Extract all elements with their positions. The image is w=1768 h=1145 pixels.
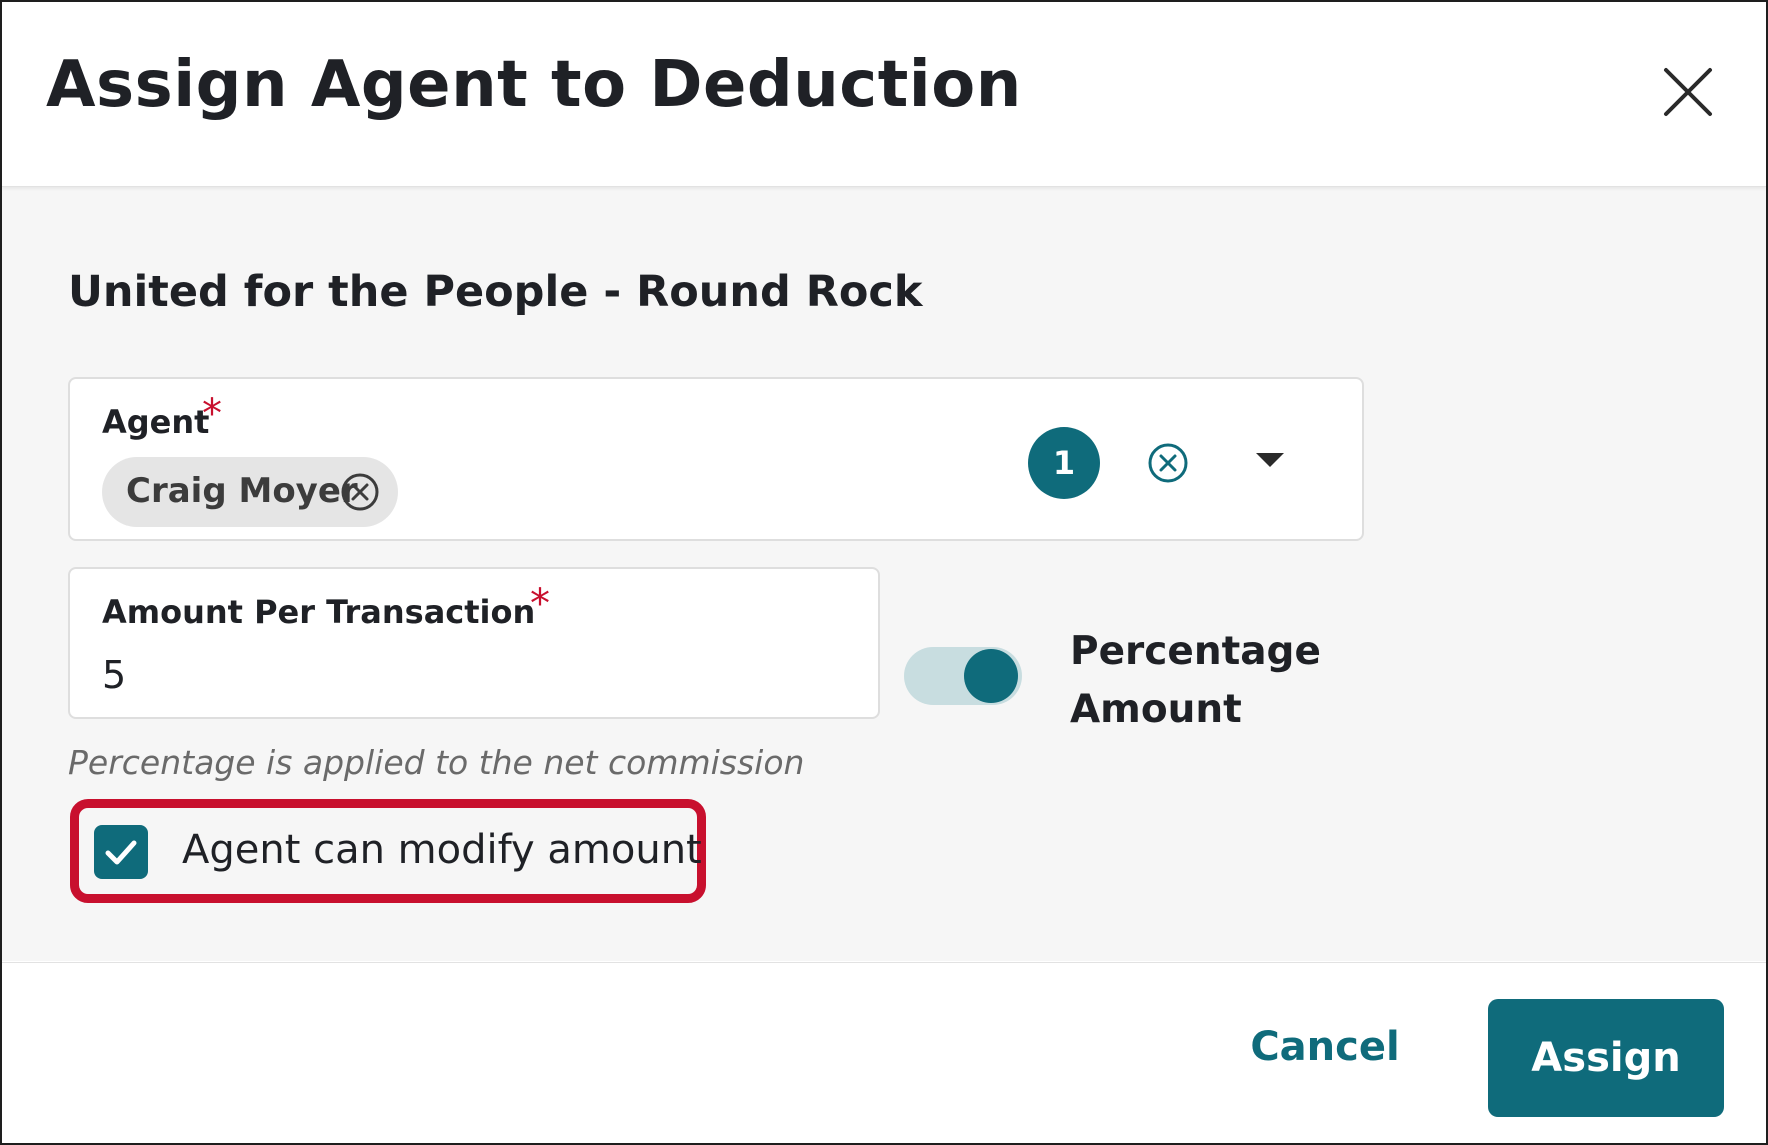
caret-down-icon [1256, 453, 1284, 467]
dialog-header: Assign Agent to Deduction [2, 2, 1766, 187]
dialog-title: Assign Agent to Deduction [46, 48, 1022, 122]
agent-label: Agent [102, 403, 210, 441]
assign-button[interactable]: Assign [1488, 999, 1724, 1117]
deduction-name: United for the People - Round Rock [68, 267, 923, 317]
selected-count-badge: 1 [1028, 427, 1100, 499]
circle-x-icon [341, 473, 379, 511]
helper-text: Percentage is applied to the net commiss… [68, 743, 805, 782]
amount-label: Amount Per Transaction [102, 593, 536, 631]
toggle-thumb [964, 649, 1018, 703]
close-icon [1664, 68, 1712, 116]
required-asterisk: * [202, 391, 222, 437]
chip-label: Craig Moyer [126, 471, 358, 511]
selected-agent-chip: Craig Moyer [102, 457, 398, 527]
required-asterisk: * [530, 581, 550, 627]
close-button[interactable] [1660, 64, 1716, 120]
agent-select[interactable]: Agent * Craig Moyer 1 [68, 377, 1364, 541]
amount-per-transaction-field: Amount Per Transaction * [68, 567, 880, 719]
agent-can-modify-checkbox[interactable] [94, 825, 148, 879]
checkmark-icon [105, 840, 137, 865]
percentage-amount-toggle[interactable] [904, 643, 1022, 709]
chip-remove-button[interactable] [340, 472, 380, 512]
dropdown-toggle[interactable] [1254, 449, 1286, 473]
amount-input[interactable] [102, 649, 842, 701]
assign-agent-dialog: Assign Agent to Deduction United for the… [0, 0, 1768, 1145]
dialog-body: United for the People - Round Rock Agent… [2, 187, 1766, 961]
cancel-button[interactable]: Cancel [1220, 1007, 1430, 1087]
toggle-label: Percentage Amount [1070, 629, 1321, 732]
clear-selection-button[interactable] [1146, 441, 1190, 485]
circle-x-icon [1148, 443, 1188, 483]
dialog-footer: Cancel Assign [2, 962, 1766, 1143]
agent-can-modify-label[interactable]: Agent can modify amount [182, 827, 702, 873]
